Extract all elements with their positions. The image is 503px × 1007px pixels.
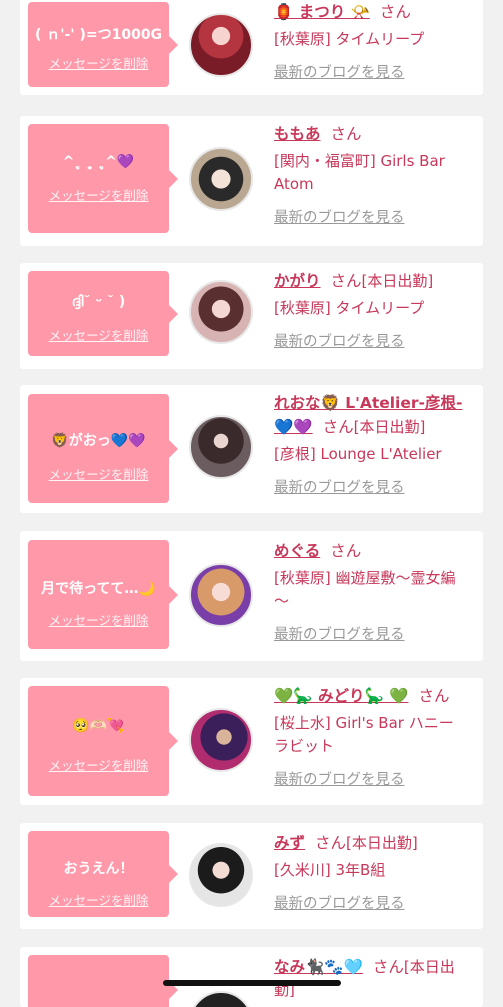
message-bubble: ^ˎ̥ ˍ̥ ˎ̥^💜 メッセージを削除 (28, 124, 178, 233)
honorific: さん (330, 125, 362, 143)
shop-name: [秋葉原] 幽遊屋敷〜霊女編 (274, 569, 456, 587)
message-bubble: 🥺🫶🏻💘 メッセージを削除 (28, 686, 178, 796)
message-card: なみ🐈‍⬛🐾🩵 さん[本日出 勤] (20, 947, 483, 1007)
message-card: おうえん！ メッセージを削除 みず さん[本日出勤] [久米川] 3年B組 最新の… (20, 823, 483, 929)
message-text: ^ˎ̥ ˍ̥ ˎ̥^💜 (62, 154, 135, 170)
message-text: 🦁がおっ💙💜 (51, 433, 146, 449)
message-bubble: ദ്ദി˘ ᵕ ˘ ) メッセージを削除 (28, 271, 178, 356)
message-card: 🦁がおっ💙💜 メッセージを削除 れおな🦁 L'Atelier-彦根- 💙💜 さん[… (20, 385, 483, 513)
message-card: 🥺🫶🏻💘 メッセージを削除 💚🦕 みどり🦕 💚 さん [桜上水] Girl's B… (20, 678, 483, 805)
message-bubble (28, 955, 178, 1007)
message-card: ^ˎ̥ ˍ̥ ˎ̥^💜 メッセージを削除 ももあ さん [関内・福富町] Girl… (20, 116, 483, 246)
cast-name-link[interactable]: 🏮 まつり 📯 (274, 3, 370, 21)
cast-name-link[interactable]: めぐる (274, 542, 320, 560)
cast-name-link-cont[interactable]: 💙💜 (274, 418, 313, 436)
message-bubble: おうえん！ メッセージを削除 (28, 831, 178, 917)
message-card: ( ｎ'-' )=つ1000G メッセージを削除 🏮 まつり 📯 さん [秋葉原]… (20, 0, 483, 95)
working-today: [本日出勤] (346, 834, 418, 852)
home-indicator[interactable] (163, 980, 341, 986)
message-bubble: 月で待ってて…🌙 メッセージを削除 (28, 540, 178, 649)
working-today: [本日出 (403, 958, 455, 976)
avatar[interactable] (189, 843, 253, 907)
honorific: さん (330, 542, 362, 560)
latest-blog-link[interactable]: 最新のブログを見る (274, 476, 471, 497)
message-text: ( ｎ'-' )=つ1000G (34, 27, 163, 43)
cast-name-link[interactable]: れおな🦁 L'Atelier-彦根- (274, 394, 462, 412)
honorific: さん (315, 834, 347, 852)
cast-name-link[interactable]: みず (274, 834, 305, 852)
avatar[interactable] (189, 147, 253, 211)
latest-blog-link[interactable]: 最新のブログを見る (274, 206, 471, 227)
honorific: さん (372, 958, 404, 976)
delete-message-link[interactable]: メッセージを削除 (28, 610, 169, 629)
latest-blog-link[interactable]: 最新のブログを見る (274, 61, 471, 82)
message-bubble: 🦁がおっ💙💜 メッセージを削除 (28, 394, 178, 503)
cast-name-link[interactable]: なみ🐈‍⬛🐾🩵 (274, 958, 363, 976)
working-today: [本日出勤] (361, 272, 434, 290)
message-text: おうえん！ (63, 861, 134, 877)
delete-message-link[interactable]: メッセージを削除 (28, 890, 169, 909)
avatar[interactable] (189, 991, 253, 1007)
latest-blog-link[interactable]: 最新のブログを見る (274, 892, 471, 913)
shop-name-cont: Atom (274, 175, 314, 193)
delete-message-link[interactable]: メッセージを削除 (28, 53, 169, 72)
shop-name: [秋葉原] タイムリープ (274, 30, 425, 48)
shop-name-cont: 〜 (274, 592, 290, 610)
cast-name-link[interactable]: かがり (274, 272, 321, 290)
honorific: さん (322, 418, 354, 436)
honorific: さん (330, 272, 362, 290)
latest-blog-link[interactable]: 最新のブログを見る (274, 623, 471, 644)
avatar[interactable] (189, 415, 253, 479)
avatar[interactable] (189, 280, 253, 344)
message-text: 🥺🫶🏻💘 (72, 718, 125, 734)
shop-name: [久米川] 3年B組 (274, 861, 386, 879)
shop-name: [関内・福富町] Girls Bar (274, 152, 445, 170)
delete-message-link[interactable]: メッセージを削除 (28, 755, 169, 774)
delete-message-link[interactable]: メッセージを削除 (28, 185, 169, 204)
working-today: [本日出勤] (353, 418, 426, 436)
shop-name: [桜上水] Girl's Bar ハニー (274, 714, 454, 732)
shop-name: [彦根] Lounge L'Atelier (274, 445, 442, 463)
shop-name-cont: ラビット (274, 737, 335, 755)
honorific: さん (379, 3, 411, 21)
cast-name-link[interactable]: ももあ (274, 125, 321, 143)
latest-blog-link[interactable]: 最新のブログを見る (274, 768, 471, 789)
shop-name: [秋葉原] タイムリープ (274, 299, 425, 317)
honorific: さん (418, 687, 450, 705)
message-card: ദ്ദി˘ ᵕ ˘ ) メッセージを削除 かがり さん[本日出勤] [秋葉原] タ… (20, 263, 483, 369)
message-card: 月で待ってて…🌙 メッセージを削除 めぐる さん [秋葉原] 幽遊屋敷〜霊女編 〜… (20, 531, 483, 661)
avatar[interactable] (189, 563, 253, 627)
cast-name-link[interactable]: 💚🦕 みどり🦕 💚 (274, 687, 409, 705)
latest-blog-link[interactable]: 最新のブログを見る (274, 330, 471, 351)
avatar[interactable] (189, 13, 253, 77)
delete-message-link[interactable]: メッセージを削除 (28, 325, 169, 344)
message-text: ദ്ദി˘ ᵕ ˘ ) (71, 294, 126, 310)
message-bubble: ( ｎ'-' )=つ1000G メッセージを削除 (28, 2, 178, 87)
avatar[interactable] (189, 708, 253, 772)
delete-message-link[interactable]: メッセージを削除 (28, 464, 169, 483)
message-text: 月で待ってて…🌙 (41, 581, 156, 597)
